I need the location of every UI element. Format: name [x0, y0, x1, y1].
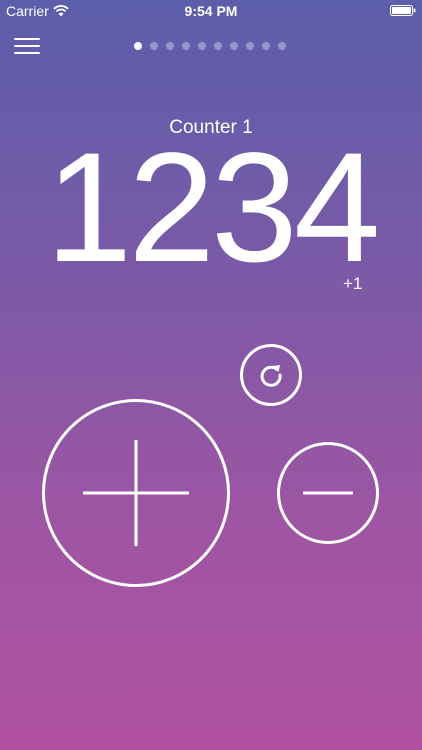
page-indicator[interactable]	[134, 42, 286, 50]
decrement-button[interactable]	[277, 442, 379, 544]
page-dot[interactable]	[262, 42, 270, 50]
page-dot[interactable]	[134, 42, 142, 50]
plus-icon	[83, 440, 189, 546]
status-bar: Carrier 9:54 PM	[0, 0, 422, 22]
minus-icon	[303, 491, 353, 495]
hamburger-menu-icon	[14, 38, 40, 40]
reset-arrow-icon	[260, 365, 282, 387]
page-dot[interactable]	[278, 42, 286, 50]
page-dot[interactable]	[198, 42, 206, 50]
page-dot[interactable]	[182, 42, 190, 50]
page-dot[interactable]	[246, 42, 254, 50]
page-dot[interactable]	[166, 42, 174, 50]
step-label: +1	[343, 274, 363, 293]
reset-button[interactable]	[240, 344, 302, 406]
status-time: 9:54 PM	[184, 3, 238, 19]
page-dot[interactable]	[214, 42, 222, 50]
battery-icon	[390, 5, 416, 16]
page-dot[interactable]	[230, 42, 238, 50]
menu-button[interactable]	[14, 36, 42, 56]
page-dot[interactable]	[150, 42, 158, 50]
increment-button[interactable]	[42, 399, 230, 587]
counter-value: 1234	[45, 121, 380, 295]
